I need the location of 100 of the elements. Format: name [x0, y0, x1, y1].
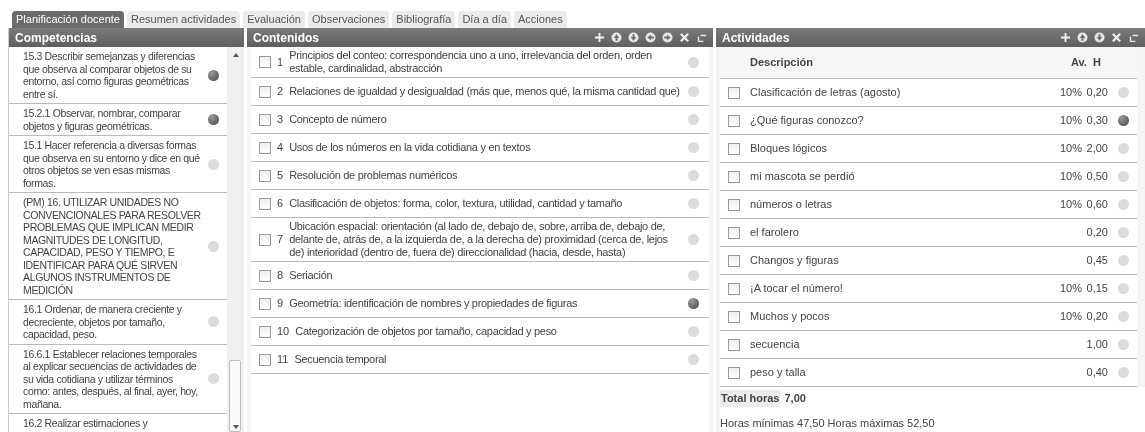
content-text: Resolución de problemas numéricos [289, 169, 459, 182]
total-label: Total horas [720, 390, 781, 407]
table-cell-text: 10% [1059, 281, 1082, 297]
competency-text: 15.3 Describir semejanzas y diferencias que observa al comparar objetos de su entorno, así como figuras geométricas entre sí. [23, 50, 196, 100]
content-text: Geometría: identificación de nombres y propiedades de figuras [289, 297, 579, 310]
activity-text: ¡A tocar el número! [750, 281, 844, 297]
table-cell-text: 10% [1059, 85, 1082, 101]
column-header: H [1093, 55, 1102, 71]
content-text: Principios del conteo: correspondencia uno a uno, irrelevancia del orden, orden estable, cardinalidad, abstracción [289, 49, 653, 75]
activity-text: el farolero [750, 225, 800, 241]
content-text: Secuencia temporal [294, 353, 388, 366]
hours-summary: Horas mínimas 47,50 Horas máximas 52,50 [720, 415, 936, 431]
content-number: 3 [277, 112, 284, 128]
content-text: Categorización de objetos por tamaño, capacidad y peso [295, 325, 558, 338]
add-icon[interactable] [1060, 32, 1071, 43]
content-number: 5 [277, 168, 284, 184]
competency-text: 16.1 Ordenar, de manera creciente y decreciente, objetos por tamaño, capacidad, peso. [23, 303, 183, 341]
add-icon[interactable] [594, 32, 605, 43]
tab[interactable]: Acciones [514, 11, 567, 28]
content-number: 11 [277, 352, 289, 368]
activity-text: ¿Qué figuras conozco? [750, 113, 865, 129]
tab[interactable]: Resumen actividades [126, 11, 241, 28]
panel-title: Competencias [15, 29, 99, 47]
checkbox[interactable] [728, 282, 740, 295]
resize-icon[interactable] [1128, 32, 1139, 43]
move-right-icon[interactable] [662, 32, 673, 43]
table-cell-text: 0,50 [1086, 169, 1108, 185]
checkbox[interactable] [728, 338, 740, 351]
activity-text: Changos y figuras [750, 253, 840, 269]
table-cell-text: 0,60 [1086, 197, 1108, 213]
move-down-icon[interactable] [628, 32, 639, 43]
tab[interactable]: Observaciones [307, 11, 390, 28]
checkbox[interactable] [259, 233, 271, 246]
close-icon[interactable] [1111, 32, 1122, 43]
content-number: 4 [277, 140, 284, 156]
table-cell-text: 2,00 [1086, 141, 1108, 157]
table-cell-text: 0,40 [1086, 365, 1108, 381]
activity-text: peso y talla [750, 365, 807, 381]
activity-text: Bloques lógicos [750, 141, 829, 157]
scrollbar[interactable] [227, 47, 244, 432]
activity-text: Clasificación de letras (agosto) [750, 85, 902, 101]
checkbox[interactable] [259, 297, 271, 310]
activity-text: números o letras [750, 197, 833, 213]
content-number: 2 [277, 84, 284, 100]
content-text: Ubicación espacial: orientación (al lado de, debajo de, sobre, arriba de, debajo de, delante de, atrás de, a la izquierda de, a la derecha de) proximidad (cerca de, lejos de) interioridad (dentro de, fuera de) direccionalidad (hacia, desde, hasta) [289, 220, 669, 259]
table-cell-text: 0,45 [1086, 253, 1108, 269]
checkbox[interactable] [259, 197, 271, 210]
table-cell-text: 0,30 [1086, 113, 1108, 129]
competency-text: 15.2.1 Observar, nombrar, comparar objetos y figuras geométricas. [23, 107, 182, 132]
scroll-thumb[interactable] [229, 360, 241, 432]
competency-text: 15.1 Hacer referencia a diversas formas que observa en su entorno y dice en qué otros objetos se ven esas mismas formas. [23, 139, 201, 189]
move-left-icon[interactable] [645, 32, 656, 43]
close-icon[interactable] [679, 32, 690, 43]
checkbox[interactable] [259, 169, 271, 182]
content-text: Seriación [289, 269, 334, 282]
table-cell-text: 10% [1059, 141, 1082, 157]
checkbox[interactable] [259, 353, 271, 366]
content-number: 8 [277, 268, 284, 284]
checkbox[interactable] [728, 170, 740, 183]
checkbox[interactable] [259, 113, 271, 126]
table-cell-text: 10% [1059, 309, 1082, 325]
column-header: Av. [1071, 55, 1088, 71]
content-text: Usos de los números en la vida cotidiana y en textos [289, 141, 532, 154]
scroll-down-icon[interactable] [232, 425, 239, 429]
content-number: 7 [277, 232, 284, 248]
content-text: Clasificación de objetos: forma, color, textura, utilidad, cantidad y tamaño [289, 197, 624, 210]
activity-text: Muchos y pocos [750, 309, 831, 325]
checkbox[interactable] [259, 141, 271, 154]
tab[interactable]: Bibliografía [392, 11, 456, 28]
activity-text: mi mascota se perdió [750, 169, 856, 185]
move-up-icon[interactable] [1077, 32, 1088, 43]
tab[interactable]: Planificación docente [12, 11, 124, 28]
column-header: Descripción [750, 55, 814, 71]
table-cell-text: 10% [1059, 197, 1082, 213]
activity-text: secuencia [750, 337, 801, 353]
checkbox[interactable] [728, 366, 740, 379]
move-up-icon[interactable] [611, 32, 622, 43]
checkbox[interactable] [728, 226, 740, 239]
tab[interactable]: Día a día [458, 11, 512, 28]
competency-text: (PM) 16. UTILIZAR UNIDADES NO CONVENCIONALES PARA RESOLVER PROBLEMAS QUE IMPLICAN MEDIR MAGNITUDES DE LONGITUD, CAPACIDAD, PESO Y TIEMPO, E IDENTIFICAR PARA QUÉ SIRVEN ALGUNOS INSTRUMENTOS DE MEDICIÓN [23, 196, 202, 296]
content-text: Concepto de número [289, 113, 388, 126]
checkbox[interactable] [259, 56, 271, 68]
content-number: 10 [277, 324, 290, 340]
content-number: 9 [277, 296, 284, 312]
table-cell-text: 0,20 [1086, 309, 1108, 325]
checkbox[interactable] [259, 269, 271, 282]
checkbox[interactable] [728, 310, 740, 323]
checkbox[interactable] [259, 85, 271, 98]
checkbox[interactable] [728, 254, 740, 267]
scroll-up-icon[interactable] [232, 53, 239, 57]
checkbox[interactable] [259, 325, 271, 338]
checkbox[interactable] [728, 86, 740, 99]
competency-text: 16.6.1 Establecer relaciones temporales al explicar secuencias de actividades de su vida cotidiana y utilizar términos como: antes, después, al final, ayer, hoy, mañana. [23, 347, 199, 410]
move-down-icon[interactable] [1094, 32, 1105, 43]
checkbox[interactable] [728, 198, 740, 211]
content-number: 1 [277, 54, 284, 70]
checkbox[interactable] [728, 114, 740, 127]
resize-icon[interactable] [696, 32, 707, 43]
tab[interactable]: Evaluación [243, 11, 305, 28]
checkbox[interactable] [728, 142, 740, 155]
